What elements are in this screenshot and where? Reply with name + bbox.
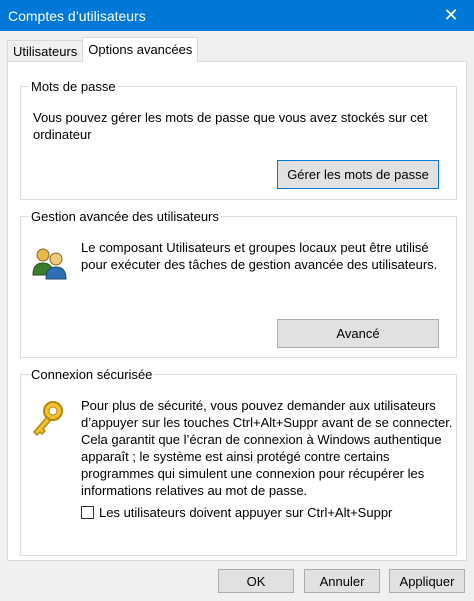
passwords-group-title: Mots de passe — [29, 79, 118, 94]
tab-options-avancees[interactable]: Options avancées — [82, 37, 199, 62]
ctrl-alt-del-checkbox-row[interactable]: Les utilisateurs doivent appuyer sur Ctr… — [81, 505, 392, 520]
window-title: Comptes d’utilisateurs — [8, 7, 146, 24]
cancel-button[interactable]: Annuler — [304, 569, 380, 593]
close-icon[interactable]: ✕ — [436, 1, 466, 31]
manage-passwords-button[interactable]: Gérer les mots de passe — [277, 160, 439, 189]
key-icon — [29, 399, 67, 439]
tab-utilisateurs[interactable]: Utilisateurs — [7, 40, 84, 62]
tab-strip: Utilisateurs Options avancées — [7, 37, 199, 62]
users-icon — [31, 245, 69, 281]
passwords-group: Mots de passe Vous pouvez gérer les mots… — [20, 79, 457, 200]
window-body: Utilisateurs Options avancées Mots de pa… — [0, 31, 474, 601]
advanced-group: Gestion avancée des utilisateurs Le comp… — [20, 209, 457, 358]
title-bar: Comptes d’utilisateurs ✕ — [0, 0, 474, 31]
ctrl-alt-del-label: Les utilisateurs doivent appuyer sur Ctr… — [99, 505, 393, 520]
secure-description: Pour plus de sécurité, vous pouvez deman… — [81, 398, 453, 498]
tab-panel: Mots de passe Vous pouvez gérer les mots… — [7, 61, 467, 561]
apply-button[interactable]: Appliquer — [389, 569, 465, 593]
ok-button[interactable]: OK — [218, 569, 294, 593]
passwords-description: Vous pouvez gérer les mots de passe que … — [33, 110, 428, 142]
advanced-group-title: Gestion avancée des utilisateurs — [29, 209, 221, 224]
advanced-button[interactable]: Avancé — [277, 319, 439, 348]
advanced-description: Le composant Utilisateurs et groupes loc… — [81, 240, 438, 272]
ctrl-alt-del-checkbox[interactable] — [81, 506, 94, 519]
secure-group-title: Connexion sécurisée — [29, 367, 155, 382]
secure-logon-group: Connexion sécurisée Pour plus de sécurit… — [20, 367, 457, 556]
